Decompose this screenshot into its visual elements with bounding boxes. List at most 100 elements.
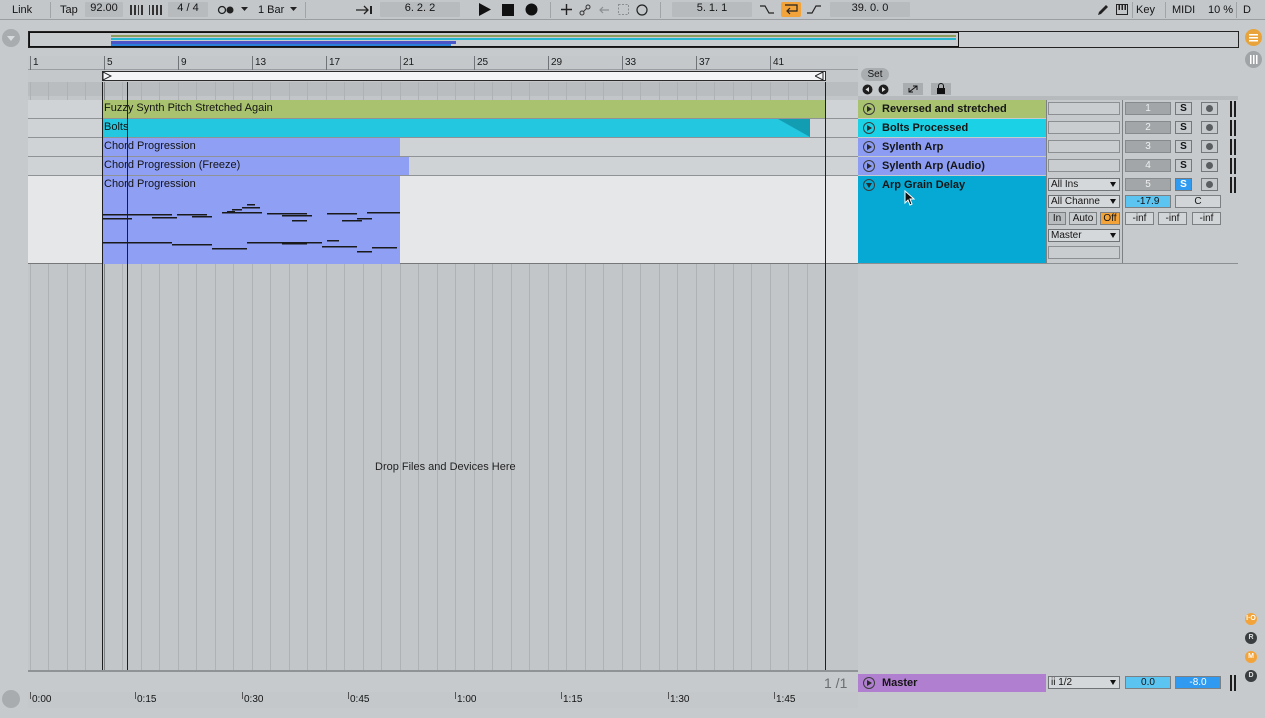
tempo-field[interactable]: 92.00 [85,2,123,17]
session-view-toggle-icon[interactable] [1245,51,1262,68]
track-fold-icon[interactable] [863,103,875,115]
track-io-field[interactable] [1048,159,1120,172]
previous-locator-icon[interactable] [862,84,873,95]
track-name[interactable]: Sylenth Arp (Audio) [858,157,1046,175]
track-io-field[interactable] [1048,140,1120,153]
loop-length-field[interactable]: 39. 0. 0 [830,2,910,17]
returns-toggle-button[interactable]: R [1245,632,1257,644]
key-map-button[interactable]: Key [1136,3,1155,17]
delay-toggle-button[interactable]: D [1245,670,1257,682]
automation-arm-icon[interactable] [576,2,594,17]
send-b-field[interactable]: -inf [1158,212,1187,225]
stop-icon[interactable] [499,2,517,17]
time-signature-field[interactable]: 4 / 4 [168,2,208,17]
volume-field[interactable]: -17.9 [1125,195,1171,208]
master-track-name[interactable]: Master [858,674,1046,692]
track-fold-icon[interactable] [863,179,875,191]
track-fold-icon[interactable] [863,677,875,689]
solo-button[interactable]: S [1175,159,1192,172]
frozen-clip[interactable]: Chord Progression (Freeze) [102,157,409,175]
re-enable-automation-icon[interactable] [595,2,613,17]
loop-start-field[interactable]: 5. 1. 1 [672,2,752,17]
expand-tracks-icon[interactable] [903,83,923,95]
loop-switch-icon[interactable] [781,2,801,17]
overdub-icon[interactable] [557,2,575,17]
track-io-field[interactable] [1048,102,1120,115]
master-volume-field[interactable]: 0.0 [1125,676,1171,689]
nudge-down-icon[interactable] [128,2,146,17]
metronome-menu-icon[interactable] [238,2,250,17]
pan-field[interactable]: C [1175,195,1221,208]
audio-clip[interactable]: Bolts [102,119,810,137]
browser-toggle-icon[interactable] [2,29,20,47]
master-level-field[interactable]: -8.0 [1175,676,1221,689]
arrangement-overview[interactable] [28,31,1239,48]
output-channel-field[interactable] [1048,246,1120,259]
input-channel-select[interactable]: All Channe [1048,195,1120,208]
midi-clip[interactable]: Chord Progression [102,138,400,156]
midi-map-button[interactable]: MIDI [1172,3,1195,17]
input-type-select[interactable]: All Ins [1048,178,1120,191]
track-io-field[interactable] [1048,121,1120,134]
clip-view-toggle-icon[interactable] [1245,29,1262,46]
capture-icon[interactable] [614,2,632,17]
track-name[interactable]: Reversed and stretched [858,100,1046,118]
track-activator-button[interactable]: 5 [1125,178,1171,191]
next-locator-icon[interactable] [878,84,889,95]
computer-midi-keyboard-icon[interactable] [1113,2,1131,17]
track-name[interactable]: Sylenth Arp [858,138,1046,156]
arm-record-icon[interactable] [1201,159,1218,172]
beat-time-ruler[interactable]: 1 5 9 13 17 21 25 29 33 37 41 [28,56,858,70]
arm-record-icon[interactable] [1201,121,1218,134]
follow-icon[interactable] [354,2,376,17]
solo-button[interactable]: S [1175,140,1192,153]
fade-out-handle[interactable] [778,119,810,137]
draw-mode-icon[interactable] [1094,2,1112,17]
arm-record-icon[interactable] [1201,140,1218,153]
lock-envelopes-icon[interactable] [931,83,951,95]
track-activator-button[interactable]: 3 [1125,140,1171,153]
punch-out-icon[interactable] [805,2,823,17]
solo-button[interactable]: S [1175,178,1192,191]
output-type-select[interactable]: Master [1048,229,1120,242]
master-output-select[interactable]: ii 1/2 [1048,676,1120,689]
record-icon[interactable] [522,2,540,17]
play-icon[interactable] [476,2,494,17]
audio-clip[interactable]: Fuzzy Synth Pitch Stretched Again [102,100,826,118]
quantization-select[interactable]: 1 Bar [258,3,284,17]
monitor-auto-button[interactable]: Auto [1069,212,1097,225]
arrangement-position-field[interactable]: 6. 2. 2 [380,2,460,17]
punch-in-icon[interactable] [758,2,776,17]
track-fold-icon[interactable] [863,160,875,172]
mixer-toggle-button[interactable]: M [1245,651,1257,663]
midi-clip-expanded[interactable]: Chord Progression [102,176,400,264]
send-a-field[interactable]: -inf [1125,212,1154,225]
track-name[interactable]: Bolts Processed [858,119,1046,137]
tap-button[interactable]: Tap [60,3,78,17]
session-record-icon[interactable] [633,2,651,17]
metronome-icon[interactable] [216,2,238,17]
track-activator-button[interactable]: 4 [1125,159,1171,172]
arrangement-area[interactable]: Fuzzy Synth Pitch Stretched Again Bolts … [28,82,858,672]
track-activator-button[interactable]: 2 [1125,121,1171,134]
monitor-in-button[interactable]: In [1048,212,1066,225]
io-toggle-button[interactable]: I·O [1245,613,1257,625]
quantization-menu-icon[interactable] [287,2,299,17]
loop-brace-lane[interactable] [28,70,858,82]
loop-end-marker-icon[interactable] [815,72,824,80]
loop-start-marker-icon[interactable] [103,72,112,80]
solo-button[interactable]: S [1175,102,1192,115]
loop-brace[interactable] [102,71,826,81]
track-activator-button[interactable]: 1 [1125,102,1171,115]
monitor-off-button[interactable]: Off [1100,212,1120,225]
arm-record-icon[interactable] [1201,102,1218,115]
track-fold-icon[interactable] [863,122,875,134]
track-fold-icon[interactable] [863,141,875,153]
nudge-up-icon[interactable] [147,2,165,17]
time-ruler[interactable]: 0:00 0:15 0:30 0:45 1:00 1:15 1:30 1:45 [28,692,858,708]
send-c-field[interactable]: -inf [1192,212,1221,225]
track-name[interactable]: Arp Grain Delay [858,176,1046,263]
link-button[interactable]: Link [12,3,32,17]
set-locator-button[interactable]: Set [861,68,889,81]
help-view-toggle-icon[interactable] [2,690,20,708]
